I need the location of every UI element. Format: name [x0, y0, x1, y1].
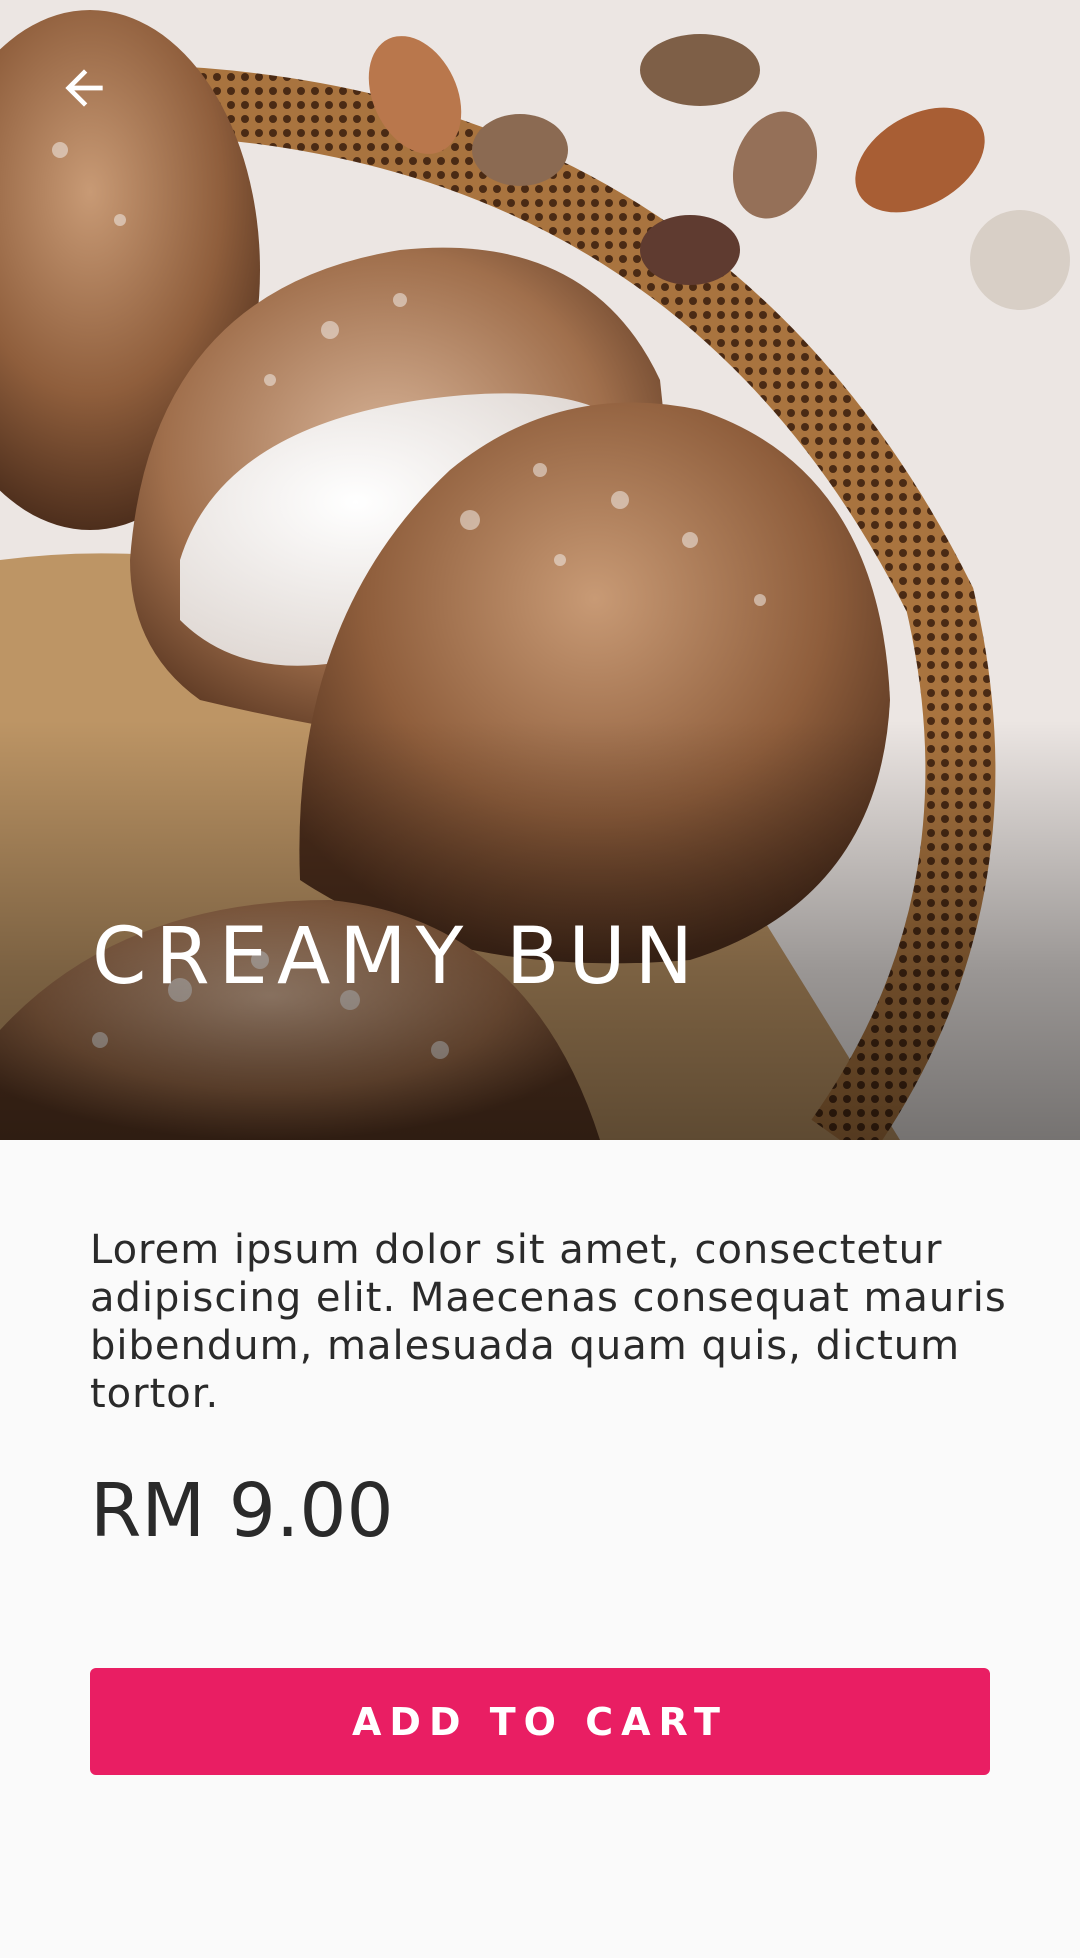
add-to-cart-button[interactable]: ADD TO CART	[90, 1668, 990, 1775]
product-price: RM 9.00	[90, 1468, 394, 1554]
product-hero-image: CREAMY BUN	[0, 0, 1080, 1140]
product-description: Lorem ipsum dolor sit amet, consectetur …	[90, 1227, 1007, 1417]
product-detail-screen: CREAMY BUN Lorem ipsum dolor sit amet, c…	[0, 0, 1080, 1958]
arrow-left-icon	[65, 69, 103, 107]
back-button[interactable]	[40, 44, 128, 132]
product-title: CREAMY BUN	[92, 912, 702, 1002]
